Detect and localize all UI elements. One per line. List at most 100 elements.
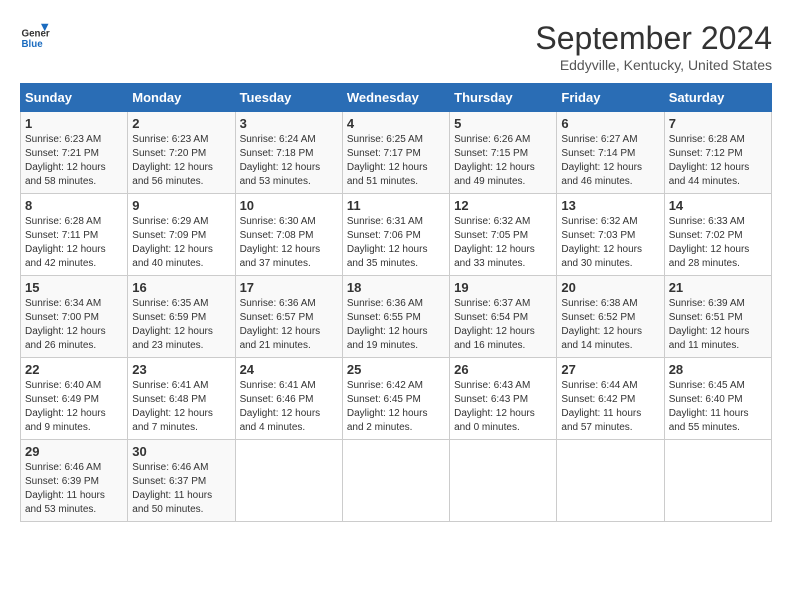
day-number: 24 <box>240 362 338 377</box>
day-number: 10 <box>240 198 338 213</box>
col-thursday: Thursday <box>450 84 557 112</box>
day-number: 16 <box>132 280 230 295</box>
day-info: Sunrise: 6:32 AM Sunset: 7:03 PM Dayligh… <box>561 215 659 271</box>
calendar-cell: 27 Sunrise: 6:44 AM Sunset: 6:42 PM Dayl… <box>557 358 664 440</box>
day-number: 28 <box>669 362 767 377</box>
day-number: 9 <box>132 198 230 213</box>
day-info: Sunrise: 6:37 AM Sunset: 6:54 PM Dayligh… <box>454 297 552 353</box>
day-info: Sunrise: 6:36 AM Sunset: 6:57 PM Dayligh… <box>240 297 338 353</box>
day-info: Sunrise: 6:39 AM Sunset: 6:51 PM Dayligh… <box>669 297 767 353</box>
day-info: Sunrise: 6:34 AM Sunset: 7:00 PM Dayligh… <box>25 297 123 353</box>
day-info: Sunrise: 6:32 AM Sunset: 7:05 PM Dayligh… <box>454 215 552 271</box>
day-info: Sunrise: 6:35 AM Sunset: 6:59 PM Dayligh… <box>132 297 230 353</box>
day-number: 20 <box>561 280 659 295</box>
day-info: Sunrise: 6:41 AM Sunset: 6:48 PM Dayligh… <box>132 379 230 435</box>
day-info: Sunrise: 6:33 AM Sunset: 7:02 PM Dayligh… <box>669 215 767 271</box>
calendar-row: 1 Sunrise: 6:23 AM Sunset: 7:21 PM Dayli… <box>21 112 772 194</box>
calendar-cell: 2 Sunrise: 6:23 AM Sunset: 7:20 PM Dayli… <box>128 112 235 194</box>
day-number: 27 <box>561 362 659 377</box>
day-info: Sunrise: 6:28 AM Sunset: 7:12 PM Dayligh… <box>669 133 767 189</box>
day-number: 25 <box>347 362 445 377</box>
page-header: General Blue September 2024 Eddyville, K… <box>20 20 772 73</box>
col-tuesday: Tuesday <box>235 84 342 112</box>
day-info: Sunrise: 6:23 AM Sunset: 7:20 PM Dayligh… <box>132 133 230 189</box>
day-number: 13 <box>561 198 659 213</box>
day-info: Sunrise: 6:46 AM Sunset: 6:39 PM Dayligh… <box>25 461 123 517</box>
calendar-cell: 20 Sunrise: 6:38 AM Sunset: 6:52 PM Dayl… <box>557 276 664 358</box>
day-number: 19 <box>454 280 552 295</box>
day-info: Sunrise: 6:24 AM Sunset: 7:18 PM Dayligh… <box>240 133 338 189</box>
day-number: 29 <box>25 444 123 459</box>
calendar-cell: 19 Sunrise: 6:37 AM Sunset: 6:54 PM Dayl… <box>450 276 557 358</box>
calendar-header-row: Sunday Monday Tuesday Wednesday Thursday… <box>21 84 772 112</box>
calendar-cell: 3 Sunrise: 6:24 AM Sunset: 7:18 PM Dayli… <box>235 112 342 194</box>
col-monday: Monday <box>128 84 235 112</box>
calendar-cell: 15 Sunrise: 6:34 AM Sunset: 7:00 PM Dayl… <box>21 276 128 358</box>
day-number: 4 <box>347 116 445 131</box>
day-info: Sunrise: 6:36 AM Sunset: 6:55 PM Dayligh… <box>347 297 445 353</box>
calendar-row: 22 Sunrise: 6:40 AM Sunset: 6:49 PM Dayl… <box>21 358 772 440</box>
calendar-cell: 21 Sunrise: 6:39 AM Sunset: 6:51 PM Dayl… <box>664 276 771 358</box>
col-saturday: Saturday <box>664 84 771 112</box>
calendar-cell: 18 Sunrise: 6:36 AM Sunset: 6:55 PM Dayl… <box>342 276 449 358</box>
day-info: Sunrise: 6:31 AM Sunset: 7:06 PM Dayligh… <box>347 215 445 271</box>
calendar-cell <box>450 440 557 522</box>
calendar-cell: 10 Sunrise: 6:30 AM Sunset: 7:08 PM Dayl… <box>235 194 342 276</box>
calendar-cell: 24 Sunrise: 6:41 AM Sunset: 6:46 PM Dayl… <box>235 358 342 440</box>
calendar-cell <box>235 440 342 522</box>
calendar-cell: 4 Sunrise: 6:25 AM Sunset: 7:17 PM Dayli… <box>342 112 449 194</box>
day-info: Sunrise: 6:38 AM Sunset: 6:52 PM Dayligh… <box>561 297 659 353</box>
day-number: 3 <box>240 116 338 131</box>
day-info: Sunrise: 6:43 AM Sunset: 6:43 PM Dayligh… <box>454 379 552 435</box>
day-info: Sunrise: 6:27 AM Sunset: 7:14 PM Dayligh… <box>561 133 659 189</box>
day-info: Sunrise: 6:29 AM Sunset: 7:09 PM Dayligh… <box>132 215 230 271</box>
day-number: 7 <box>669 116 767 131</box>
calendar-cell: 30 Sunrise: 6:46 AM Sunset: 6:37 PM Dayl… <box>128 440 235 522</box>
calendar-cell: 17 Sunrise: 6:36 AM Sunset: 6:57 PM Dayl… <box>235 276 342 358</box>
calendar-cell: 26 Sunrise: 6:43 AM Sunset: 6:43 PM Dayl… <box>450 358 557 440</box>
calendar-cell <box>664 440 771 522</box>
day-number: 5 <box>454 116 552 131</box>
day-number: 18 <box>347 280 445 295</box>
day-number: 6 <box>561 116 659 131</box>
calendar-cell: 12 Sunrise: 6:32 AM Sunset: 7:05 PM Dayl… <box>450 194 557 276</box>
day-number: 22 <box>25 362 123 377</box>
col-sunday: Sunday <box>21 84 128 112</box>
calendar-cell: 9 Sunrise: 6:29 AM Sunset: 7:09 PM Dayli… <box>128 194 235 276</box>
svg-text:General: General <box>22 29 51 40</box>
day-info: Sunrise: 6:25 AM Sunset: 7:17 PM Dayligh… <box>347 133 445 189</box>
calendar-row: 29 Sunrise: 6:46 AM Sunset: 6:39 PM Dayl… <box>21 440 772 522</box>
day-info: Sunrise: 6:42 AM Sunset: 6:45 PM Dayligh… <box>347 379 445 435</box>
day-number: 12 <box>454 198 552 213</box>
day-info: Sunrise: 6:46 AM Sunset: 6:37 PM Dayligh… <box>132 461 230 517</box>
calendar-cell: 5 Sunrise: 6:26 AM Sunset: 7:15 PM Dayli… <box>450 112 557 194</box>
day-info: Sunrise: 6:23 AM Sunset: 7:21 PM Dayligh… <box>25 133 123 189</box>
calendar-cell: 1 Sunrise: 6:23 AM Sunset: 7:21 PM Dayli… <box>21 112 128 194</box>
day-number: 30 <box>132 444 230 459</box>
day-number: 14 <box>669 198 767 213</box>
calendar-cell: 25 Sunrise: 6:42 AM Sunset: 6:45 PM Dayl… <box>342 358 449 440</box>
calendar-cell: 6 Sunrise: 6:27 AM Sunset: 7:14 PM Dayli… <box>557 112 664 194</box>
day-number: 1 <box>25 116 123 131</box>
calendar-cell: 8 Sunrise: 6:28 AM Sunset: 7:11 PM Dayli… <box>21 194 128 276</box>
day-number: 15 <box>25 280 123 295</box>
day-info: Sunrise: 6:30 AM Sunset: 7:08 PM Dayligh… <box>240 215 338 271</box>
calendar-cell: 22 Sunrise: 6:40 AM Sunset: 6:49 PM Dayl… <box>21 358 128 440</box>
day-info: Sunrise: 6:44 AM Sunset: 6:42 PM Dayligh… <box>561 379 659 435</box>
col-wednesday: Wednesday <box>342 84 449 112</box>
day-info: Sunrise: 6:28 AM Sunset: 7:11 PM Dayligh… <box>25 215 123 271</box>
calendar-cell: 7 Sunrise: 6:28 AM Sunset: 7:12 PM Dayli… <box>664 112 771 194</box>
day-number: 17 <box>240 280 338 295</box>
day-number: 26 <box>454 362 552 377</box>
calendar-cell: 11 Sunrise: 6:31 AM Sunset: 7:06 PM Dayl… <box>342 194 449 276</box>
calendar-cell: 29 Sunrise: 6:46 AM Sunset: 6:39 PM Dayl… <box>21 440 128 522</box>
day-number: 8 <box>25 198 123 213</box>
month-title: September 2024 <box>535 20 772 57</box>
location-subtitle: Eddyville, Kentucky, United States <box>535 57 772 73</box>
day-number: 23 <box>132 362 230 377</box>
day-info: Sunrise: 6:45 AM Sunset: 6:40 PM Dayligh… <box>669 379 767 435</box>
col-friday: Friday <box>557 84 664 112</box>
logo-icon: General Blue <box>20 20 50 50</box>
calendar-cell: 28 Sunrise: 6:45 AM Sunset: 6:40 PM Dayl… <box>664 358 771 440</box>
calendar-row: 8 Sunrise: 6:28 AM Sunset: 7:11 PM Dayli… <box>21 194 772 276</box>
